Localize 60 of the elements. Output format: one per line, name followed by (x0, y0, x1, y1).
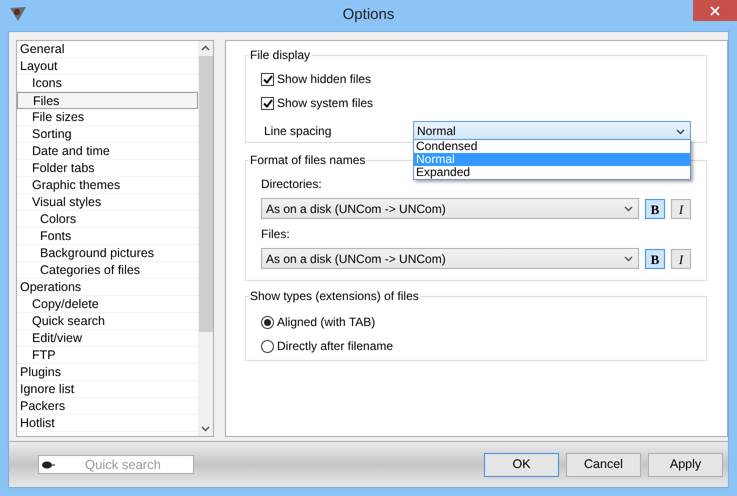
radio-button[interactable] (261, 340, 274, 352)
scroll-down-icon[interactable] (201, 426, 210, 432)
tree-item[interactable]: Folder tabs (17, 160, 198, 177)
checkbox[interactable] (261, 96, 274, 110)
tree-item[interactable]: Sorting (17, 126, 198, 143)
radio-button[interactable] (261, 316, 274, 328)
tree-item[interactable]: Background pictures (17, 245, 198, 262)
tree-item[interactable]: Copy/delete (17, 296, 198, 313)
group-title: Show types (extensions) of files (249, 288, 420, 305)
tree-item[interactable]: Fonts (17, 228, 198, 245)
tree-item[interactable]: Files (17, 92, 198, 109)
line-spacing-dropdown[interactable]: Normal (413, 121, 691, 141)
tree-item[interactable]: General (17, 41, 198, 58)
tree-item[interactable]: File sizes (17, 109, 198, 126)
tree-item[interactable]: Ignore list (17, 381, 198, 398)
chevron-icon (624, 256, 633, 262)
bold-toggle[interactable]: B (645, 198, 665, 218)
tree-item[interactable]: Layout (17, 58, 198, 75)
eye-icon (41, 461, 55, 469)
tree-item[interactable]: Operations (17, 279, 198, 296)
quick-search-field[interactable]: Quick search (38, 455, 194, 474)
field-label: Files: (261, 226, 291, 243)
italic-toggle[interactable]: I (671, 248, 691, 268)
name-format-dropdown[interactable]: As on a disk (UNCom -> UNCom) (261, 248, 639, 269)
bold-toggle[interactable]: B (645, 248, 665, 268)
tree-item[interactable]: Plugins (17, 364, 198, 381)
tree-item[interactable]: FTP (17, 347, 198, 364)
checkbox-label: Show hidden files (277, 71, 372, 88)
tree-item[interactable]: Quick search (17, 313, 198, 330)
chevron-icon (676, 129, 685, 135)
dropdown-option[interactable]: Expanded (414, 166, 690, 179)
close-button[interactable] (693, 0, 737, 21)
radio-label: Directly after filename (277, 338, 394, 355)
dialog-button[interactable]: OK (484, 452, 559, 476)
field-label: Line spacing (264, 123, 332, 140)
group-title: Format of files names (249, 152, 366, 169)
dropdown-option[interactable]: Condensed (414, 140, 690, 153)
scrollbar-thumb[interactable] (198, 56, 212, 332)
tree-item[interactable]: Visual styles (17, 194, 198, 211)
field-label: Directories: (261, 176, 323, 193)
tree-item[interactable]: Packers (17, 398, 198, 415)
checkbox[interactable] (261, 72, 274, 86)
radio-label: Aligned (with TAB) (277, 314, 376, 331)
checkbox-label: Show system files (277, 95, 374, 112)
scroll-up-icon[interactable] (201, 45, 210, 51)
chevron-icon (624, 206, 633, 212)
tree-item[interactable]: Categories of files (17, 262, 198, 279)
name-format-dropdown[interactable]: As on a disk (UNCom -> UNCom) (261, 198, 639, 219)
app-icon (9, 6, 27, 22)
window-title: Options (342, 5, 394, 26)
tree-item[interactable]: Graphic themes (17, 177, 198, 194)
tree-item[interactable]: Edit/view (17, 330, 198, 347)
close-icon (710, 6, 720, 16)
dialog-button[interactable]: Cancel (566, 452, 641, 476)
tree-item[interactable]: Hotlist (17, 415, 198, 432)
group-title: File display (249, 47, 312, 64)
tree-item[interactable]: Colors (17, 211, 198, 228)
tree-item[interactable]: Date and time (17, 143, 198, 160)
dialog-button[interactable]: Apply (648, 452, 723, 476)
italic-toggle[interactable]: I (671, 198, 691, 218)
